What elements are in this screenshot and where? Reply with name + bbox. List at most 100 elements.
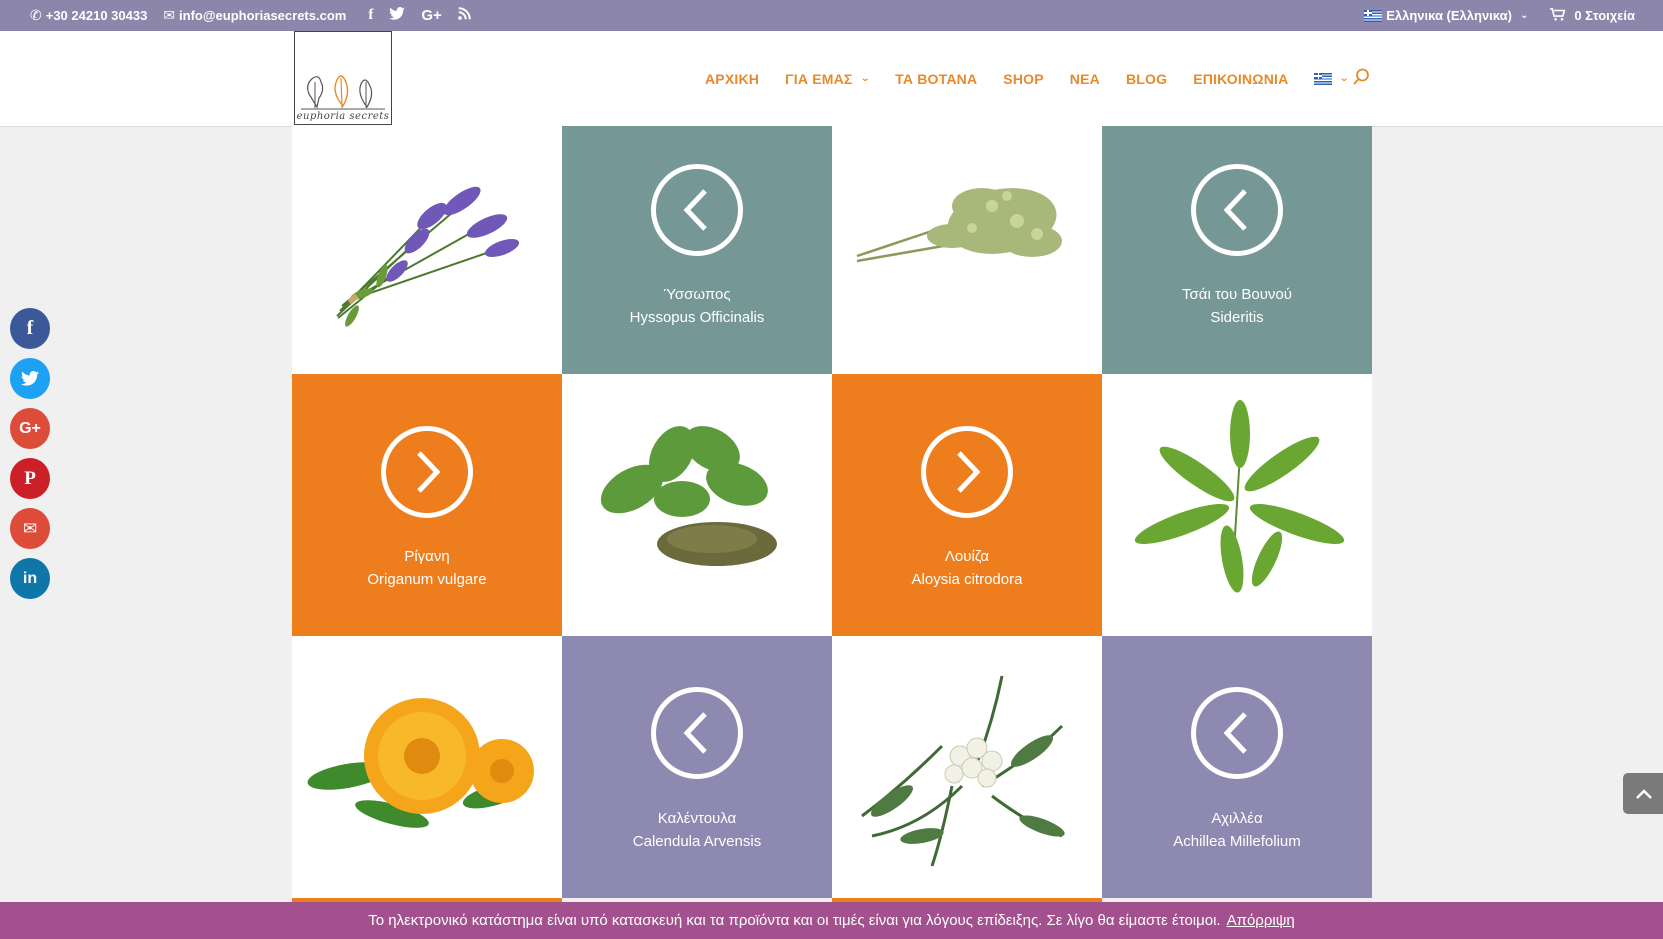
language-switcher[interactable]: Ελληνικα (Ελληνικα) ⌄ <box>1364 8 1528 23</box>
nav-label: SHOP <box>1003 70 1044 87</box>
top-bar-right: Ελληνικα (Ελληνικα) ⌄ 0 Στοιχεία <box>1364 0 1635 31</box>
phone-icon: ✆ <box>30 7 42 23</box>
share-email-button[interactable]: ✉ <box>10 508 50 549</box>
rss-icon[interactable] <box>458 7 471 24</box>
herb-greek-name: Τσάι του Βουνού <box>1182 286 1292 303</box>
herb-greek-name: Καλέντουλα <box>657 810 737 827</box>
herb-label: Αχιλλέα Achillea Millefolium <box>1102 807 1372 853</box>
herb-image-calendula[interactable] <box>292 636 562 898</box>
herb-label: Τσάι του Βουνού Sideritis <box>1102 283 1372 329</box>
main-nav: ΑΡΧΙΚΗ ΓΙΑ ΕΜΑΣ ⌄ ΤΑ ΒΟΤΑΝΑ SHOP ΝΕΑ BLOG… <box>705 31 1350 126</box>
nav-item-herbs[interactable]: ΤΑ ΒΟΤΑΝΑ <box>895 71 977 87</box>
top-social-links: f G+ <box>368 7 471 24</box>
share-twitter-button[interactable] <box>10 358 50 399</box>
back-to-top-button[interactable] <box>1623 773 1663 814</box>
cart-count: 0 Στοιχεία <box>1574 8 1635 23</box>
herb-latin-name: Aloysia citrodora <box>911 571 1023 588</box>
herb-card-oregano[interactable]: Ρίγανη Origanum vulgare <box>292 374 562 636</box>
envelope-icon: ✉ <box>22 518 38 538</box>
nav-item-blog[interactable]: BLOG <box>1126 71 1167 87</box>
nav-label: ΑΡΧΙΚΗ <box>705 70 760 87</box>
chevron-right-icon <box>381 426 473 518</box>
herb-image-sideritis[interactable] <box>832 126 1102 374</box>
herb-label: Ρίγανη Origanum vulgare <box>292 545 562 591</box>
herb-label: Ύσσωπος Hyssopus Officinalis <box>562 283 832 329</box>
phone-number: +30 24210 30433 <box>45 8 148 23</box>
herb-image-yarrow[interactable] <box>832 636 1102 898</box>
logo-trees-icon <box>301 75 385 110</box>
share-facebook-button[interactable]: f <box>10 308 50 349</box>
chevron-down-icon: ⌄ <box>1339 73 1350 84</box>
pinterest-icon: P <box>24 467 36 489</box>
floating-share-bar: f G+ P ✉ in <box>10 308 50 599</box>
calendula-image <box>307 698 534 828</box>
oregano-image <box>600 426 777 566</box>
herb-label: Λουίζα Aloysia citrodora <box>832 545 1102 591</box>
herb-card-calendula[interactable]: Καλέντουλα Calendula Arvensis <box>562 636 832 898</box>
chevron-left-icon <box>651 164 743 256</box>
nav-item-contact[interactable]: ΕΠΙΚΟΙΝΩΝΙΑ <box>1193 71 1288 87</box>
herb-card-sideritis[interactable]: Τσάι του Βουνού Sideritis <box>1102 126 1372 374</box>
google-plus-icon[interactable]: G+ <box>421 7 441 24</box>
nav-item-about[interactable]: ΓΙΑ ΕΜΑΣ ⌄ <box>785 70 870 87</box>
twitter-icon[interactable] <box>389 7 406 24</box>
cart-icon <box>1550 7 1566 24</box>
search-icon[interactable] <box>1352 68 1370 86</box>
linkedin-icon: in <box>22 569 38 587</box>
nav-item-news[interactable]: ΝΕΑ <box>1070 71 1100 87</box>
herb-greek-name: Ρίγανη <box>404 548 450 565</box>
share-pinterest-button[interactable]: P <box>10 458 50 499</box>
nav-label: ΓΙΑ ΕΜΑΣ <box>785 70 853 87</box>
herb-card-lemon-verbena[interactable]: Λουίζα Aloysia citrodora <box>832 374 1102 636</box>
top-bar-contact: ✆ +30 24210 30433 ✉ info@euphoriasecrets… <box>30 0 471 31</box>
chevron-down-icon: ⌄ <box>1519 10 1529 21</box>
herb-label: Καλέντουλα Calendula Arvensis <box>562 807 832 853</box>
herb-latin-name: Achillea Millefolium <box>1173 833 1301 850</box>
sideritis-image <box>856 188 1062 263</box>
email-address: info@euphoriasecrets.com <box>179 8 347 23</box>
chevron-left-icon <box>651 687 743 779</box>
herb-card-hyssop[interactable]: Ύσσωπος Hyssopus Officinalis <box>562 126 832 374</box>
share-linkedin-button[interactable]: in <box>10 558 50 599</box>
language-label: Ελληνικα (Ελληνικα) <box>1386 8 1512 23</box>
nav-label: ΕΠΙΚΟΙΝΩΝΙΑ <box>1193 70 1289 87</box>
herb-latin-name: Hyssopus Officinalis <box>629 309 765 326</box>
herb-latin-name: Origanum vulgare <box>367 571 487 588</box>
email-link[interactable]: ✉ info@euphoriasecrets.com <box>163 7 346 24</box>
yarrow-image <box>861 675 1065 867</box>
cart-link[interactable]: 0 Στοιχεία <box>1550 7 1635 24</box>
top-bar: ✆ +30 24210 30433 ✉ info@euphoriasecrets… <box>0 0 1663 31</box>
twitter-icon <box>21 371 39 386</box>
nav-item-home[interactable]: ΑΡΧΙΚΗ <box>705 71 759 87</box>
hyssop-image <box>336 186 520 327</box>
dismiss-notice-link[interactable]: Απόρριψη <box>1227 912 1295 929</box>
chevron-down-icon: ⌄ <box>859 73 870 84</box>
share-google-plus-button[interactable]: G+ <box>10 408 50 449</box>
nav-label: BLOG <box>1125 70 1168 87</box>
site-header: euphoria secrets ΑΡΧΙΚΗ ΓΙΑ ΕΜΑΣ ⌄ ΤΑ ΒΟΤ… <box>0 31 1663 126</box>
chevron-left-icon <box>1191 164 1283 256</box>
herb-latin-name: Sideritis <box>1210 309 1264 326</box>
site-logo[interactable]: euphoria secrets <box>294 31 392 125</box>
nav-label: ΝΕΑ <box>1069 70 1100 87</box>
lemon-verbena-image <box>1134 400 1345 593</box>
herb-image-lemon-verbena[interactable] <box>1102 374 1372 636</box>
herb-greek-name: Ύσσωπος <box>663 286 731 303</box>
herb-greek-name: Αχιλλέα <box>1211 810 1263 827</box>
chevron-right-icon <box>921 426 1013 518</box>
chevron-up-icon <box>1636 788 1652 799</box>
greek-flag-icon <box>1314 72 1333 85</box>
nav-label: ΤΑ ΒΟΤΑΝΑ <box>895 70 978 87</box>
envelope-icon: ✉ <box>163 7 176 23</box>
facebook-icon[interactable]: f <box>368 7 373 24</box>
nav-language-flag[interactable]: ⌄ <box>1314 72 1350 85</box>
herb-card-yarrow[interactable]: Αχιλλέα Achillea Millefolium <box>1102 636 1372 898</box>
herb-image-oregano[interactable] <box>562 374 832 636</box>
herb-greek-name: Λουίζα <box>944 548 990 565</box>
herb-image-hyssop[interactable] <box>292 126 562 374</box>
facebook-icon: f <box>26 317 34 339</box>
nav-item-shop[interactable]: SHOP <box>1003 71 1043 87</box>
phone-link[interactable]: ✆ +30 24210 30433 <box>30 7 147 24</box>
logo-text: euphoria secrets <box>296 111 390 122</box>
herb-latin-name: Calendula Arvensis <box>632 833 762 850</box>
